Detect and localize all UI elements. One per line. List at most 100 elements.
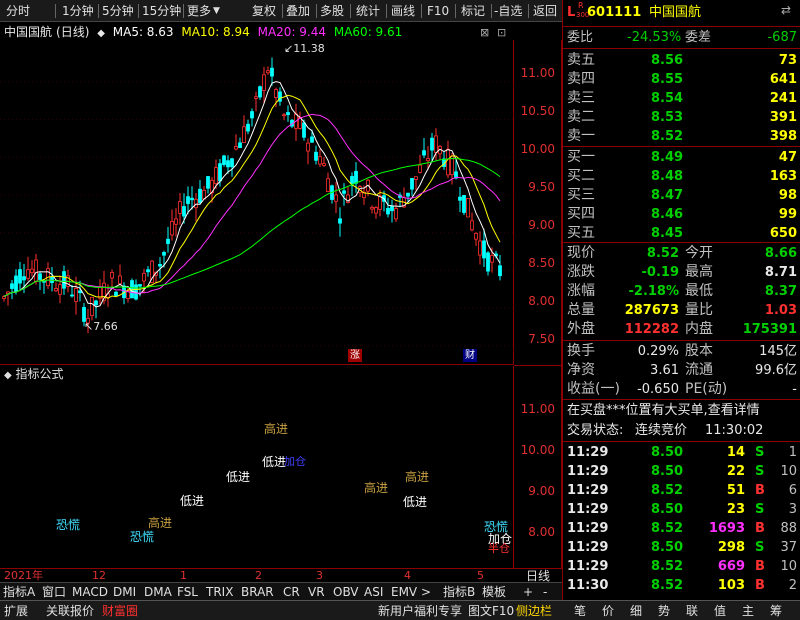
tab-window[interactable]: 窗口 — [42, 584, 66, 600]
candle-body — [186, 196, 190, 204]
candle-body — [178, 201, 182, 214]
tab-template[interactable]: 模板 — [482, 584, 506, 600]
back-button[interactable]: 返回 — [533, 3, 557, 19]
stat-row: 总量 287673 量比 1.03 — [563, 301, 800, 320]
add-window-button[interactable]: + — [523, 584, 533, 600]
signal-label: 高进 — [364, 481, 389, 495]
tab-macd[interactable]: MACD — [72, 584, 108, 600]
tab-vr[interactable]: VR — [308, 584, 325, 600]
ask-row[interactable]: 卖二 8.53 391 — [563, 108, 800, 127]
weibi-value: -24.53% — [627, 30, 682, 45]
wealth-circle-button[interactable]: 财富圈 — [102, 603, 138, 619]
extend-button[interactable]: 扩展 — [4, 603, 28, 619]
tab-asi[interactable]: ASI — [364, 584, 383, 600]
remove-window-button[interactable]: - — [543, 584, 547, 600]
panel-switch-icon[interactable]: ⇄ — [781, 1, 791, 20]
kline-pane[interactable] — [0, 40, 514, 365]
chevron-down-icon[interactable]: ▼ — [213, 3, 220, 19]
tab-fsl[interactable]: FSL — [177, 584, 198, 600]
candle-body — [282, 114, 286, 117]
candle-body — [426, 157, 430, 162]
ma60-line — [3, 157, 501, 298]
tick-side: S — [755, 540, 765, 555]
tab-trades[interactable]: 笔 — [574, 603, 586, 619]
indicator-header[interactable]: ◆ 指标公式 — [4, 366, 64, 382]
tab-cr[interactable]: CR — [283, 584, 300, 600]
news-alert-text[interactable]: 在买盘***位置有大买单,查看详情 — [567, 401, 760, 420]
tab-more[interactable]: 更多 — [187, 3, 211, 19]
candle-body — [10, 283, 14, 289]
tick-volume: 1693 — [708, 521, 745, 536]
related-quote-button[interactable]: 关联报价 — [46, 603, 94, 619]
collapse-icon[interactable]: ◆ — [97, 28, 105, 39]
tab-1min[interactable]: 1分钟 — [62, 3, 94, 19]
tab-price[interactable]: 价 — [602, 603, 614, 619]
status-bar: 扩展 关联报价 财富圈 新用户福利专享 图文F10 侧边栏 笔 价 细 势 联 … — [0, 600, 800, 620]
overlay-button[interactable]: 叠加 — [286, 3, 310, 19]
tick-row: 11:29 8.52 669 B 10 — [563, 557, 800, 576]
candle-body — [378, 195, 382, 210]
bid-price: 8.49 — [651, 150, 684, 165]
tab-indicator-b[interactable]: 指标B — [443, 584, 475, 600]
graphic-f10-button[interactable]: 图文F10 — [468, 603, 514, 619]
tabs-scroll-button[interactable]: > — [421, 584, 431, 600]
ask-row[interactable]: 卖五 8.56 73 — [563, 51, 800, 70]
tab-indicator-a[interactable]: 指标A — [3, 584, 35, 600]
kline-chart[interactable] — [0, 40, 514, 365]
tab-fenshi[interactable]: 分时 — [6, 3, 30, 19]
tab-linked[interactable]: 联 — [686, 603, 698, 619]
tab-15min[interactable]: 15分钟 — [142, 3, 181, 19]
new-user-benefit-link[interactable]: 新用户福利专享 — [378, 603, 462, 619]
tab-main[interactable]: 主 — [742, 603, 754, 619]
remove-watchlist-button[interactable]: -自选 — [494, 3, 522, 19]
bid-row[interactable]: 买一 8.49 47 — [563, 148, 800, 167]
trade-status-row: 交易状态: 连续竞价 11:30:02 — [563, 421, 800, 441]
tab-trix[interactable]: TRIX — [206, 584, 233, 600]
news-alert[interactable]: 在买盘***位置有大买单,查看详情 — [563, 401, 800, 421]
candle-body — [90, 296, 94, 316]
tab-emv[interactable]: EMV — [391, 584, 417, 600]
bid-row[interactable]: 买三 8.47 98 — [563, 186, 800, 205]
statistics-button[interactable]: 统计 — [356, 3, 380, 19]
tab-dmi[interactable]: DMI — [113, 584, 136, 600]
tab-5min[interactable]: 5分钟 — [102, 3, 134, 19]
fuquan-button[interactable]: 复权 — [252, 3, 276, 19]
candle-body — [370, 206, 374, 210]
bid-row[interactable]: 买四 8.46 99 — [563, 205, 800, 224]
collapse-icon[interactable]: ◆ — [4, 370, 12, 381]
mark-button[interactable]: 标记 — [461, 3, 485, 19]
ask-row[interactable]: 卖一 8.52 398 — [563, 127, 800, 146]
tab-trend[interactable]: 势 — [658, 603, 670, 619]
chart-close-icon[interactable]: ⊡ — [497, 26, 506, 39]
tick-time: 11:29 — [567, 559, 609, 574]
tab-dma[interactable]: DMA — [144, 584, 172, 600]
stat-row: 涨跌 -0.19 最高 8.71 — [563, 263, 800, 282]
tab-chips[interactable]: 筹 — [770, 603, 782, 619]
tab-obv[interactable]: OBV — [333, 584, 359, 600]
badge-cai[interactable]: 财 — [463, 349, 477, 362]
bid-row[interactable]: 买二 8.48 163 — [563, 167, 800, 186]
tab-detail[interactable]: 细 — [630, 603, 642, 619]
tab-brar[interactable]: BRAR — [241, 584, 274, 600]
chart-expand-icon[interactable]: ⊠ — [480, 26, 489, 39]
tick-time: 11:29 — [567, 540, 609, 555]
axis-tick: 9.50 — [528, 180, 555, 194]
ask-price: 8.55 — [651, 72, 684, 87]
ask-price: 8.54 — [651, 91, 684, 106]
draw-line-button[interactable]: 画线 — [391, 3, 415, 19]
f10-button[interactable]: F10 — [427, 3, 449, 19]
ask-row[interactable]: 卖三 8.54 241 — [563, 89, 800, 108]
bid-row[interactable]: 买五 8.45 650 — [563, 224, 800, 243]
indicator-pane[interactable] — [0, 366, 514, 568]
ask-row[interactable]: 卖四 8.55 641 — [563, 70, 800, 89]
multi-stock-button[interactable]: 多股 — [320, 3, 344, 19]
tick-time: 11:29 — [567, 445, 609, 460]
tab-value[interactable]: 值 — [714, 603, 726, 619]
signal-label: 高进 — [148, 516, 173, 530]
signal-label: 低进 — [226, 470, 251, 484]
candle-body — [214, 167, 218, 184]
badge-zhang[interactable]: 涨 — [348, 349, 362, 362]
trade-time: 11:30:02 — [705, 423, 764, 438]
period-select-button[interactable]: 日线 — [526, 569, 550, 583]
sidebar-button[interactable]: 侧边栏 — [516, 603, 552, 619]
